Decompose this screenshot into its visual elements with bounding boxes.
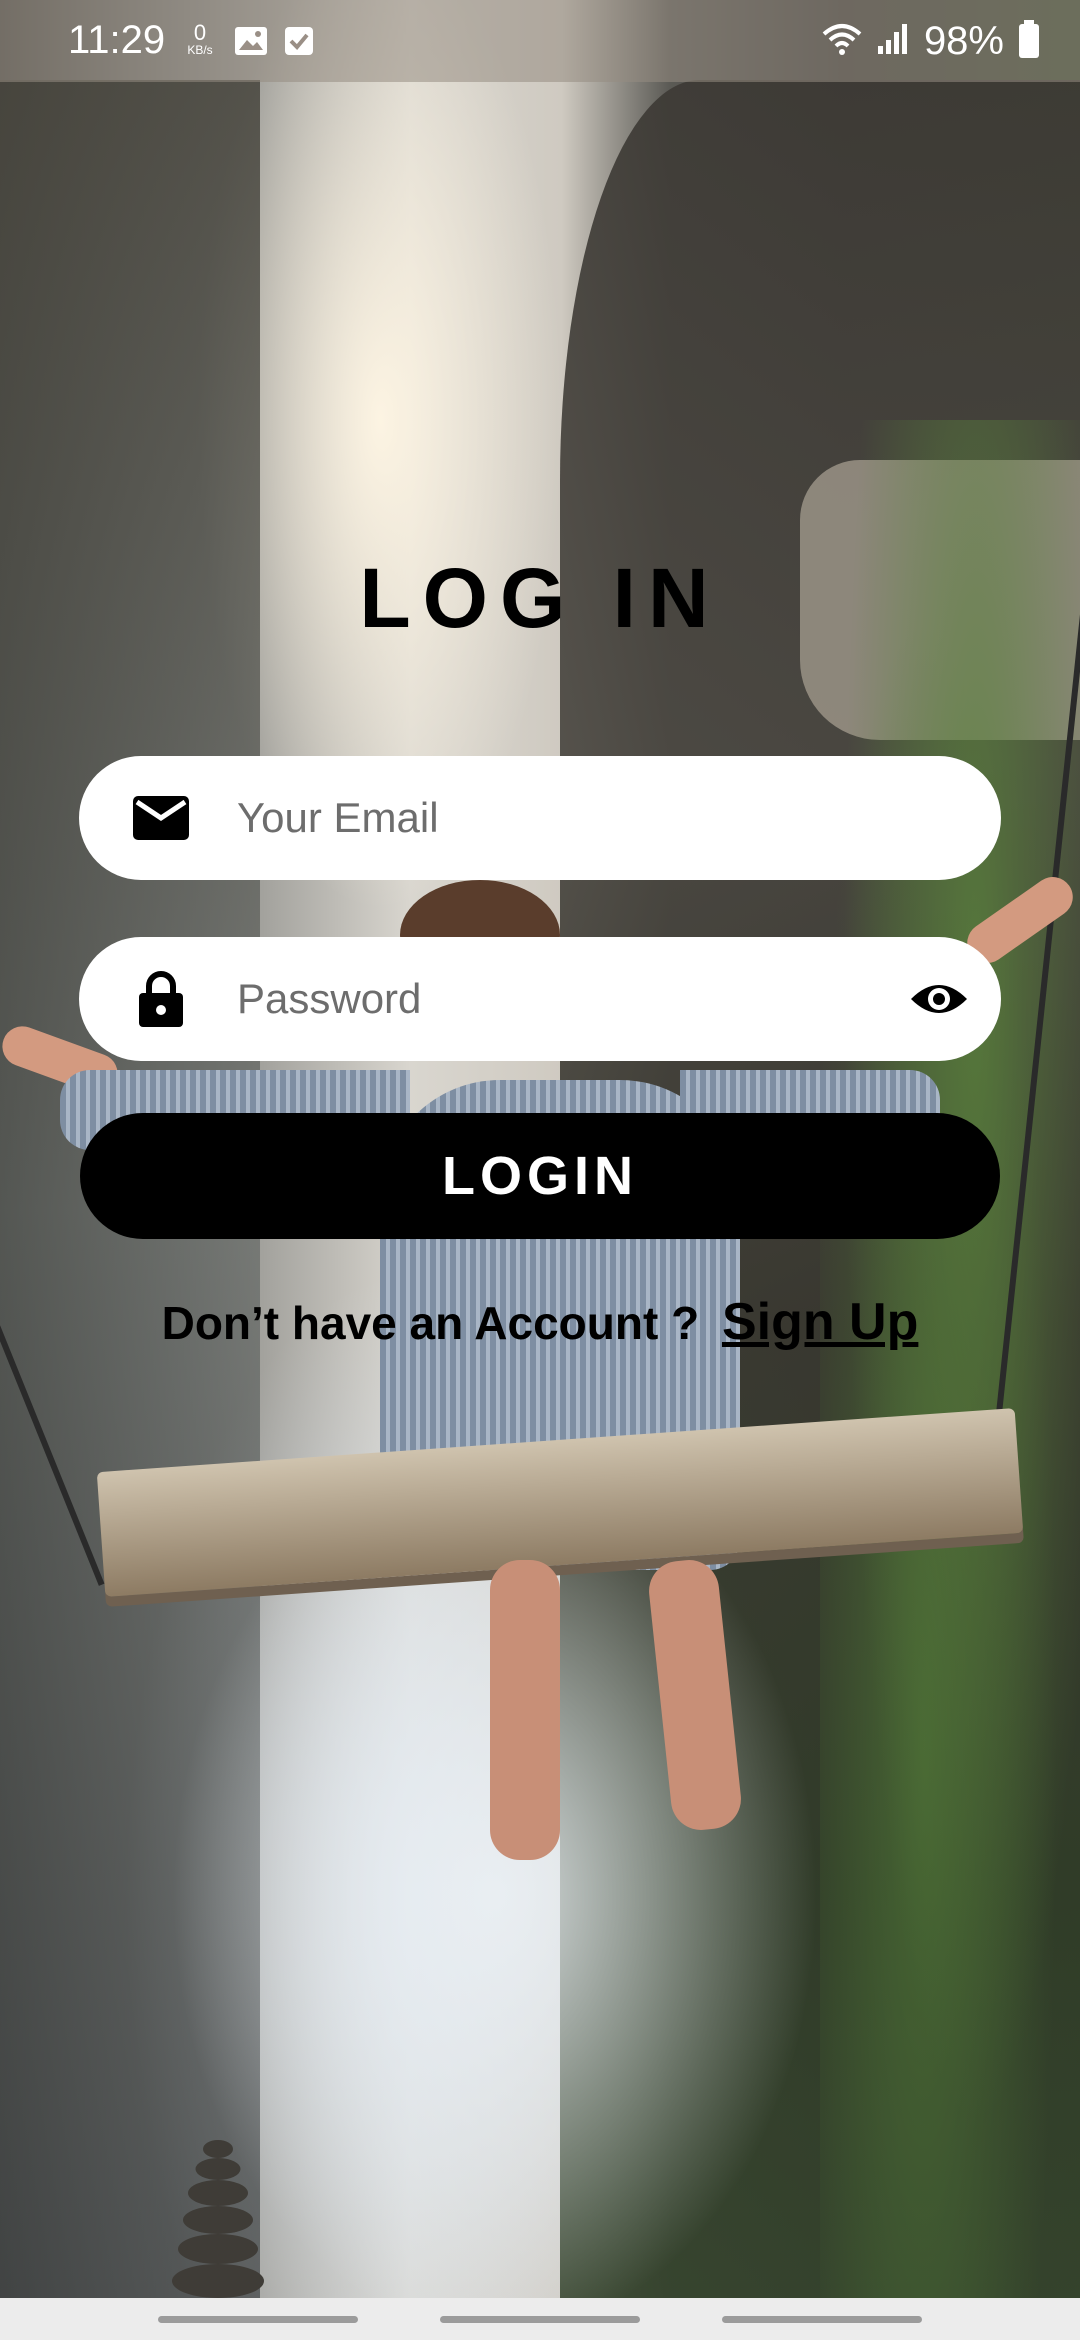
lock-icon [131,969,191,1029]
battery-icon [1018,19,1040,63]
moss [820,420,1080,2320]
girl-left-leg [490,1560,560,1860]
status-bar: 11:29 0 KB/s 98% [0,0,1080,82]
eye-icon[interactable] [907,967,971,1031]
network-speed: 0 KB/s [180,20,220,57]
email-field[interactable] [79,756,1001,880]
login-button[interactable]: LOGIN [80,1113,1000,1239]
network-speed-value: 0 [193,20,207,45]
status-time: 11:29 [68,18,166,62]
wifi-icon [822,22,862,61]
nav-recents[interactable] [158,2316,358,2323]
mail-icon [131,788,191,848]
signup-prompt: Don’t have an Account ? [161,1297,700,1349]
check-box-icon [284,26,318,56]
page-title: LOG IN [359,551,721,645]
image-icon [234,26,268,56]
nav-home[interactable] [440,2316,640,2323]
signal-icon [876,22,910,61]
signup-link[interactable]: Sign Up [722,1293,918,1351]
navigation-bar [0,2298,1080,2340]
battery-percent: 98% [923,18,1004,63]
password-field[interactable] [79,937,1001,1061]
network-speed-unit: KB/s [187,43,213,57]
nav-back[interactable] [722,2316,922,2323]
email-input[interactable] [235,777,1001,859]
password-input[interactable] [235,958,907,1040]
signup-row: Don’t have an Account ? Sign Up [0,1292,1080,1352]
